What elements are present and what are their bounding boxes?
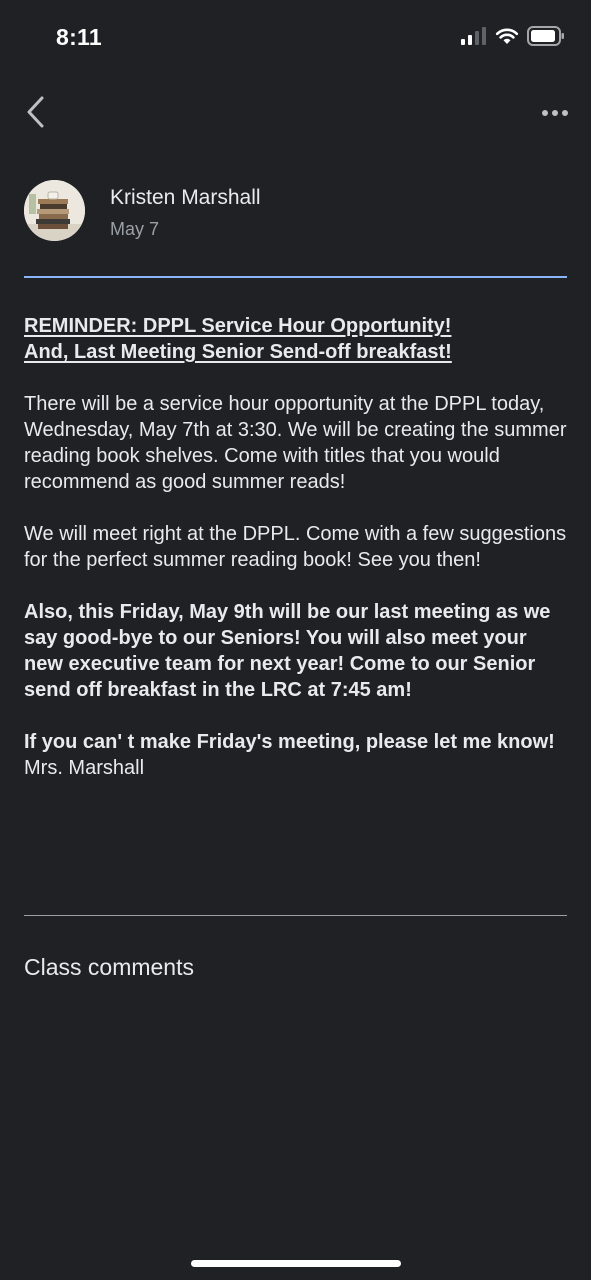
header-divider [24, 276, 567, 278]
post-title-line-2: And, Last Meeting Senior Send-off breakf… [24, 341, 452, 363]
post-title-line-1: REMINDER: DPPL Service Hour Opportunity! [24, 315, 452, 337]
avatar[interactable] [24, 180, 85, 241]
post-paragraph-4: If you can' t make Friday's meeting, ple… [24, 731, 555, 753]
battery-icon [527, 26, 565, 51]
post-body: REMINDER: DPPL Service Hour Opportunity!… [24, 313, 569, 781]
home-indicator[interactable] [191, 1260, 401, 1267]
chevron-left-icon [25, 95, 47, 134]
author-name: Kristen Marshall [110, 186, 261, 209]
post-signoff: If you can' t make Friday's meeting, ple… [24, 729, 569, 781]
post-title: REMINDER: DPPL Service Hour Opportunity!… [24, 313, 569, 365]
cellular-signal-icon [461, 27, 487, 50]
top-nav-bar [0, 90, 591, 140]
status-bar: 8:11 [0, 0, 591, 76]
post-date: May 7 [110, 219, 160, 239]
post-signature: Mrs. Marshall [24, 757, 145, 779]
post-header: Kristen Marshall May 7 [24, 180, 567, 242]
status-time: 8:11 [56, 24, 102, 50]
comments-divider [24, 915, 567, 916]
more-horizontal-icon [541, 104, 569, 122]
class-comments-button[interactable]: Class comments [24, 954, 194, 981]
wifi-icon [495, 27, 519, 50]
back-button[interactable] [18, 96, 54, 132]
more-options-button[interactable] [537, 98, 573, 128]
status-icons [461, 26, 565, 51]
post-paragraph-3: Also, this Friday, May 9th will be our l… [24, 601, 551, 701]
post-paragraph-2: We will meet right at the DPPL. Come wit… [24, 523, 567, 571]
post-paragraph-1: There will be a service hour opportunity… [24, 393, 567, 493]
